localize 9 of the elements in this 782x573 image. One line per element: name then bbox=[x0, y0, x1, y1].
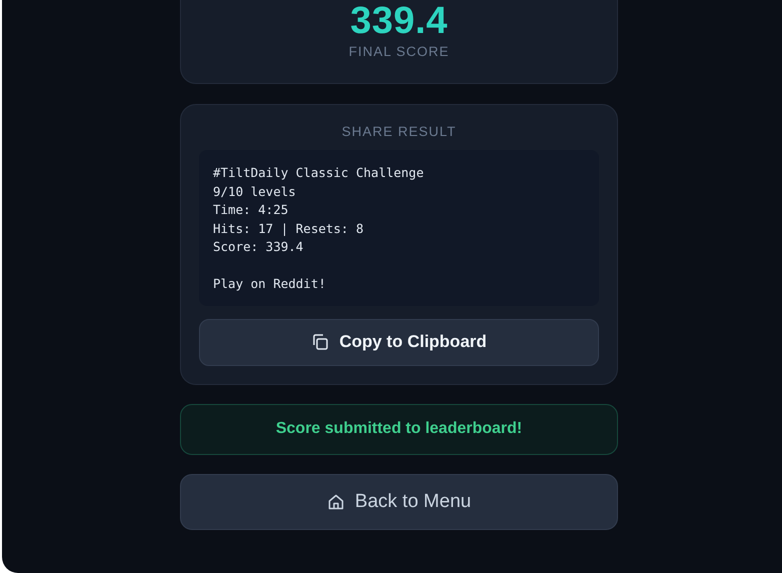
home-icon bbox=[326, 492, 345, 510]
copy-icon bbox=[311, 333, 330, 351]
back-to-menu-button[interactable]: Back to Menu bbox=[180, 474, 618, 530]
final-score-value: 339.4 bbox=[349, 1, 449, 41]
share-title: SHARE RESULT bbox=[340, 123, 458, 141]
final-score-label: FINAL SCORE bbox=[348, 43, 450, 61]
status-message: Score submitted to leaderboard! bbox=[180, 404, 618, 454]
copy-button[interactable]: Copy to Clipboard bbox=[199, 318, 599, 366]
share-text: #TiltDaily Classic Challenge 9/10 levels Time: 4:25 Hits: 17 | Resets: 8 Score: 339.4 Play on Reddit! bbox=[199, 150, 599, 306]
